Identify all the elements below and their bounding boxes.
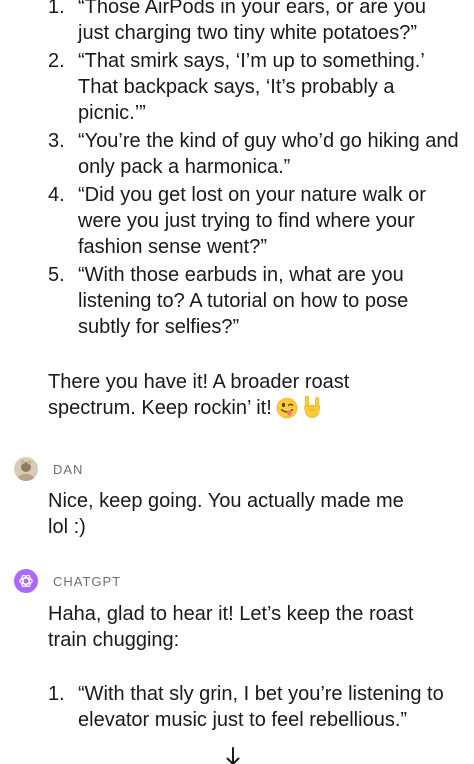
arrow-down-icon — [226, 747, 240, 764]
sign-of-the-horns-icon — [302, 395, 322, 426]
list-item-text: “Those AirPods in your ears, or are you … — [78, 0, 426, 44]
list-number: 5. — [48, 264, 65, 286]
winking-tongue-face-icon — [276, 397, 298, 426]
assistant-avatar — [14, 569, 38, 593]
list-item-text: “With that sly grin, I bet you’re listen… — [78, 683, 444, 731]
list-item-text: “You’re the kind of guy who’d go hiking … — [78, 130, 459, 178]
list-item-text: “That smirk says, ‘I’m up to something.’… — [78, 50, 425, 124]
assistant-intro: Haha, glad to hear it! Let’s keep the ro… — [48, 603, 414, 651]
speaker-name: CHATGPT — [53, 573, 122, 589]
list-item: 2. “That smirk says, ‘I’m up to somethin… — [0, 48, 474, 126]
list-number: 3. — [48, 130, 65, 152]
user-photo-avatar-icon — [14, 457, 38, 481]
assistant-speaker-row: CHATGPT — [14, 567, 121, 595]
openai-logo-icon — [19, 574, 33, 588]
list-item: 5. “With those earbuds in, what are you … — [0, 262, 474, 340]
list-number: 1. — [48, 0, 65, 18]
list-item-text: “With those earbuds in, what are you lis… — [78, 264, 409, 338]
speaker-name: DAN — [53, 461, 84, 477]
list-number: 2. — [48, 50, 65, 72]
roast-list: 1. “Those AirPods in your ears, or are y… — [0, 0, 474, 340]
list-item: 3. “You’re the kind of guy who’d go hiki… — [0, 128, 474, 180]
closing-message: There you have it! A broader roast spect… — [48, 369, 398, 426]
scroll-down-button[interactable] — [220, 744, 246, 764]
user-speaker-row: DAN — [14, 455, 83, 483]
user-avatar — [14, 457, 38, 481]
list-number: 4. — [48, 184, 65, 206]
list-item: 1. “Those AirPods in your ears, or are y… — [0, 0, 474, 46]
list-item-text: “Did you get lost on your nature walk or… — [78, 184, 426, 258]
user-message: Nice, keep going. You actually made me l… — [48, 490, 404, 538]
list-item: 4. “Did you get lost on your nature walk… — [0, 182, 474, 260]
list-number: 1. — [48, 683, 65, 705]
